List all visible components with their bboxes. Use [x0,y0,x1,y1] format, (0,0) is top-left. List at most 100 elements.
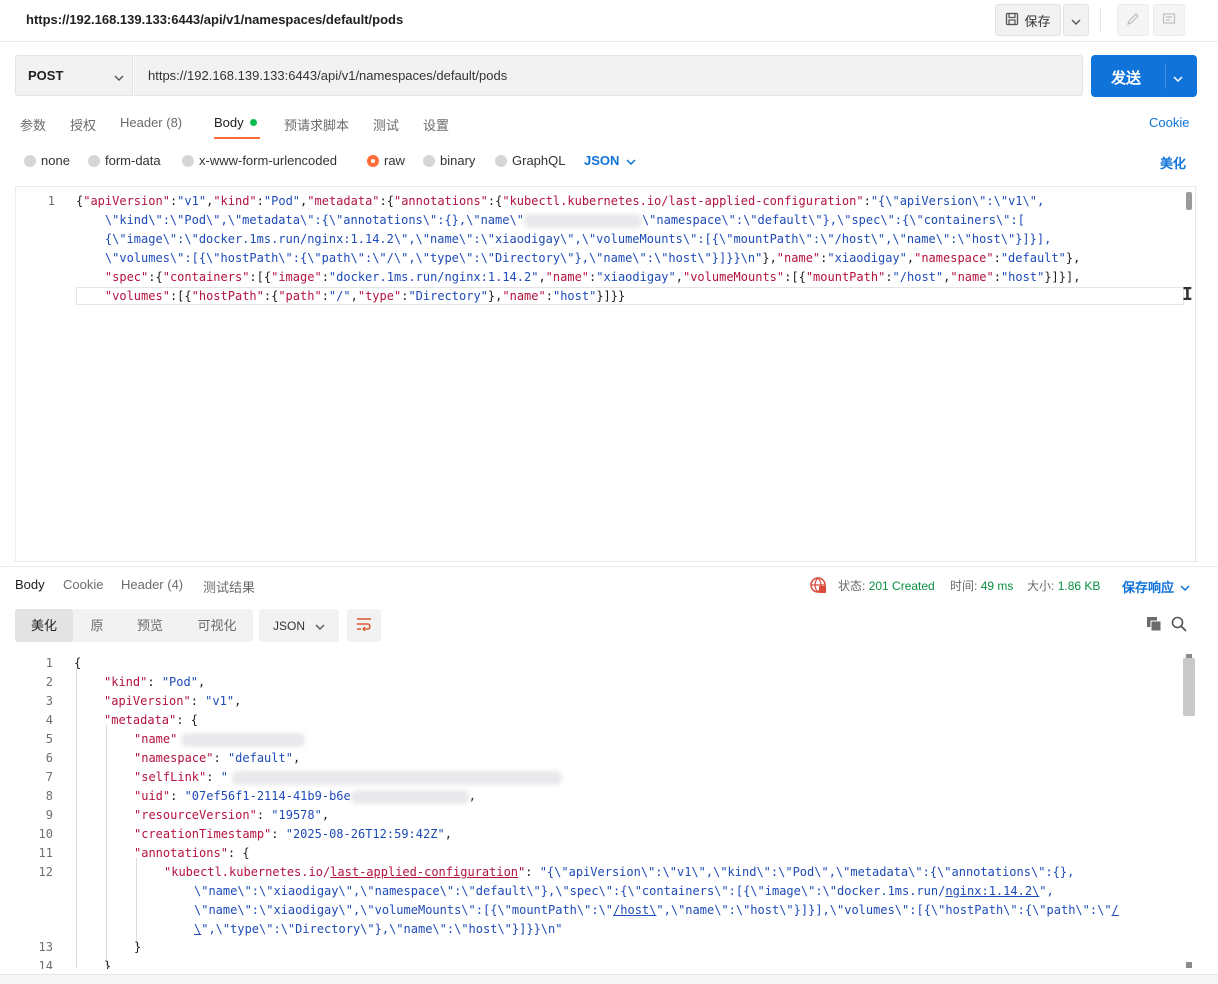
method-label: POST [28,68,64,83]
code-line: } [104,959,112,969]
code-line: "name" [134,730,306,749]
request-title: https://192.168.139.133:6443/api/v1/name… [26,12,404,27]
radio-circle [88,154,100,167]
indent-guide [106,725,107,965]
tab-body[interactable]: Body [214,115,257,130]
wrap-lines-button[interactable] [347,609,381,642]
code-line: "creationTimestamp": "2025-08-26T12:59:4… [134,827,452,841]
tab-params[interactable]: 参数 [20,115,46,134]
response-tab-headers[interactable]: Header (4) [121,577,183,592]
size-readout[interactable]: 大小: 1.86 KB [1027,577,1100,594]
code-line: { [74,656,82,670]
globe-icon[interactable] [809,576,827,597]
line-number: 6 [45,751,53,765]
code-line: "kind": "Pod", [104,675,206,689]
response-tab-body[interactable]: Body [15,577,45,592]
line-number: 7 [45,770,53,784]
wrap-lines-icon [355,617,373,634]
indent-guide [136,858,137,946]
method-select[interactable]: POST [15,55,133,96]
title-bar: https://192.168.139.133:6443/api/v1/name… [0,0,1218,42]
code-line: "spec":{"containers":[{"image":"docker.1… [104,270,1081,284]
tab-tests[interactable]: 测试 [373,115,399,134]
radio-circle [423,154,435,167]
response-language-label: JSON [272,618,305,633]
save-response-button[interactable]: 保存响应 [1122,577,1190,596]
active-tab-indicator [214,137,260,139]
code-line: "metadata": { [104,713,198,727]
radio-none-label: none [41,153,70,168]
line-number: 13 [38,940,53,954]
scrollbar-thumb[interactable] [1186,192,1192,210]
chevron-down-icon [1180,579,1190,594]
response-tab-test-results[interactable]: 测试结果 [203,577,255,596]
radio-none[interactable]: none [24,153,70,168]
divider [1100,8,1101,32]
scrollbar-thumb[interactable] [1183,658,1195,716]
code-line: \",\"type\":\"Directory\"},\"name\":\"ho… [194,922,563,936]
code-line: "annotations": { [134,846,250,860]
cookies-link[interactable]: Cookie [1149,115,1189,130]
response-tab-cookie[interactable]: Cookie [63,577,103,592]
chevron-down-icon[interactable] [1173,69,1183,86]
copy-icon[interactable] [1146,616,1162,635]
view-preview-button[interactable]: 预览 [125,609,175,642]
chevron-down-icon [626,153,636,168]
line-number: 2 [45,675,53,689]
body-language-select[interactable]: JSON [584,153,636,168]
code-line: "kubectl.kubernetes.io/last-applied-conf… [164,865,1075,879]
code-line: \"name\":\"xiaodigay\",\"volumeMounts\":… [194,903,1119,917]
send-label: 发送 [1111,70,1142,87]
url-input[interactable]: https://192.168.139.133:6443/api/v1/name… [134,55,1083,96]
code-line: {"apiVersion":"v1","kind":"Pod","metadat… [76,194,1045,208]
tab-settings[interactable]: 设置 [423,115,449,134]
code-line: \"volumes\":[{\"hostPath\":{\"path\":\"/… [76,251,1081,265]
tab-headers[interactable]: Header (8) [120,115,182,130]
radio-raw[interactable]: raw [367,153,405,168]
tab-prerequest-script[interactable]: 预请求脚本 [284,115,349,134]
code-line: "selfLink": " [134,768,562,787]
send-button[interactable]: 发送 [1091,55,1197,97]
radio-circle [495,154,507,167]
line-number: 11 [38,846,53,860]
radio-urlencoded[interactable]: x-www-form-urlencoded [182,153,337,168]
divider [0,566,1218,567]
save-options-button[interactable] [1063,4,1089,36]
chevron-down-icon [1071,13,1081,28]
comment-button[interactable] [1153,4,1185,36]
size-label: 大小: [1027,579,1055,593]
tab-body-label: Body [214,115,244,130]
save-icon [1005,12,1019,29]
view-pretty-button[interactable]: 美化 [15,609,73,642]
search-icon[interactable] [1171,616,1187,635]
save-response-label: 保存响应 [1122,580,1175,595]
view-visualize-button[interactable]: 可视化 [187,609,247,642]
status-readout[interactable]: 状态: 201 Created [838,577,935,594]
radio-circle [182,154,194,167]
edit-icon [1126,12,1140,29]
radio-binary-label: binary [440,153,476,168]
line-number: 1 [47,194,55,208]
radio-form-data[interactable]: form-data [88,153,161,168]
redacted-region [231,770,562,785]
line-number: 1 [45,656,53,670]
edit-button[interactable] [1117,4,1149,36]
save-button[interactable]: 保存 [995,4,1061,36]
time-readout[interactable]: 时间: 49 ms [950,577,1013,594]
code-line: "apiVersion": "v1", [104,694,242,708]
line-number: 4 [45,713,53,727]
line-number: 8 [45,789,53,803]
code-line: "uid": "07ef56f1-2114-41b9-b6e, [134,789,476,804]
tab-auth[interactable]: 授权 [70,115,96,134]
code-line: \"kind\":\"Pod\",\"metadata\":{\"annotat… [76,213,1025,228]
beautify-button[interactable]: 美化 [1160,153,1186,172]
time-value: 49 ms [980,579,1014,593]
body-indicator-dot [249,119,257,126]
scroll-down-arrow[interactable] [1186,962,1192,968]
radio-binary[interactable]: binary [423,153,475,168]
line-number: 12 [38,865,53,879]
response-language-select[interactable]: JSON [259,609,339,642]
view-raw-button[interactable]: 原 [79,609,115,642]
code-line: \"name\":\"xiaodigay\",\"namespace\":\"d… [194,884,1054,898]
radio-graphql[interactable]: GraphQL [495,153,565,168]
